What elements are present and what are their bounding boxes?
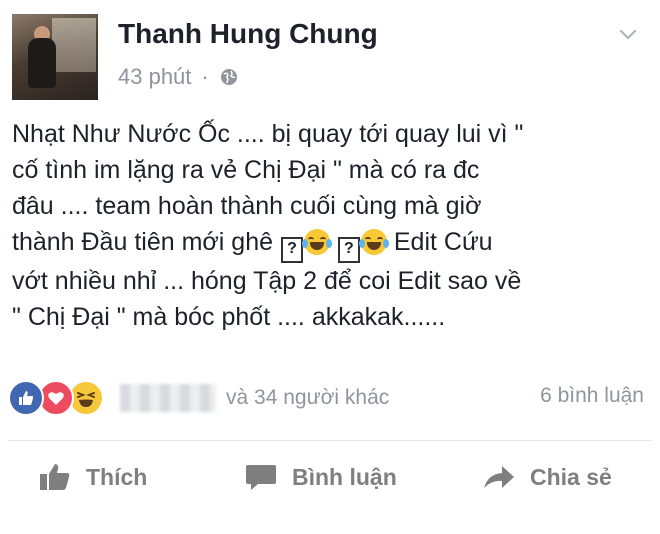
post-line: Nhạt Như Nước Ốc .... bị quay tới quay l…: [12, 120, 524, 148]
like-button[interactable]: Thích: [38, 462, 147, 492]
post-content: Nhạt Như Nước Ốc .... bị quay tới quay l…: [12, 116, 652, 335]
meta-separator: ·: [201, 64, 209, 89]
like-reaction-icon: [8, 380, 44, 416]
thumbs-up-icon: [40, 464, 70, 490]
post-line: cố tình im lặng ra vẻ Chị Đại " mà có ra…: [12, 156, 480, 184]
post-line-text: thành Đầu tiên mới ghê: [12, 228, 273, 256]
reactions-summary[interactable]: và 34 người khác: [8, 380, 389, 416]
post-line-tail: Edit Cứu: [393, 228, 493, 256]
post-line: đâu .... team hoàn thành cuối cùng mà gi…: [12, 192, 482, 220]
blurred-name: [120, 384, 216, 412]
unknown-glyph-icon: ?: [280, 237, 303, 263]
share-arrow-icon: [484, 466, 514, 488]
comment-count[interactable]: 6 bình luận: [540, 384, 644, 408]
divider: [8, 440, 652, 441]
speech-bubble-icon: [246, 465, 276, 490]
post-line: thành Đầu tiên mới ghê ? ? Edit Cứu: [12, 224, 652, 263]
author-name[interactable]: Thanh Hung Chung: [118, 18, 378, 50]
avatar-person: [28, 38, 56, 88]
share-button[interactable]: Chia sẻ: [482, 462, 612, 492]
tears-of-joy-emoji-icon: [358, 229, 389, 255]
globe-icon[interactable]: [219, 67, 239, 87]
post-line: vớt nhiều nhỉ ... hóng Tập 2 để coi Edit…: [12, 267, 522, 295]
share-label: Chia sẻ: [530, 463, 612, 490]
facebook-post: Thanh Hung Chung 43 phút · Nhạt Như Nước…: [0, 0, 660, 534]
comment-button[interactable]: Bình luận: [244, 462, 397, 492]
comment-label: Bình luận: [292, 463, 397, 490]
like-label: Thích: [86, 463, 148, 490]
action-bar: Thích Bình luận Chia sẻ: [0, 462, 660, 512]
post-time[interactable]: 43 phút: [118, 64, 191, 90]
avatar-background: [52, 18, 96, 72]
post-meta: 43 phút ·: [118, 64, 239, 90]
post-line: " Chị Đại " mà bóc phốt .... akkakak....…: [12, 303, 446, 331]
chevron-down-icon[interactable]: [618, 24, 638, 44]
tears-of-joy-emoji-icon: [301, 229, 332, 255]
unknown-glyph-icon: ?: [337, 237, 360, 263]
avatar[interactable]: [12, 14, 98, 100]
reactions-others[interactable]: và 34 người khác: [226, 386, 389, 410]
